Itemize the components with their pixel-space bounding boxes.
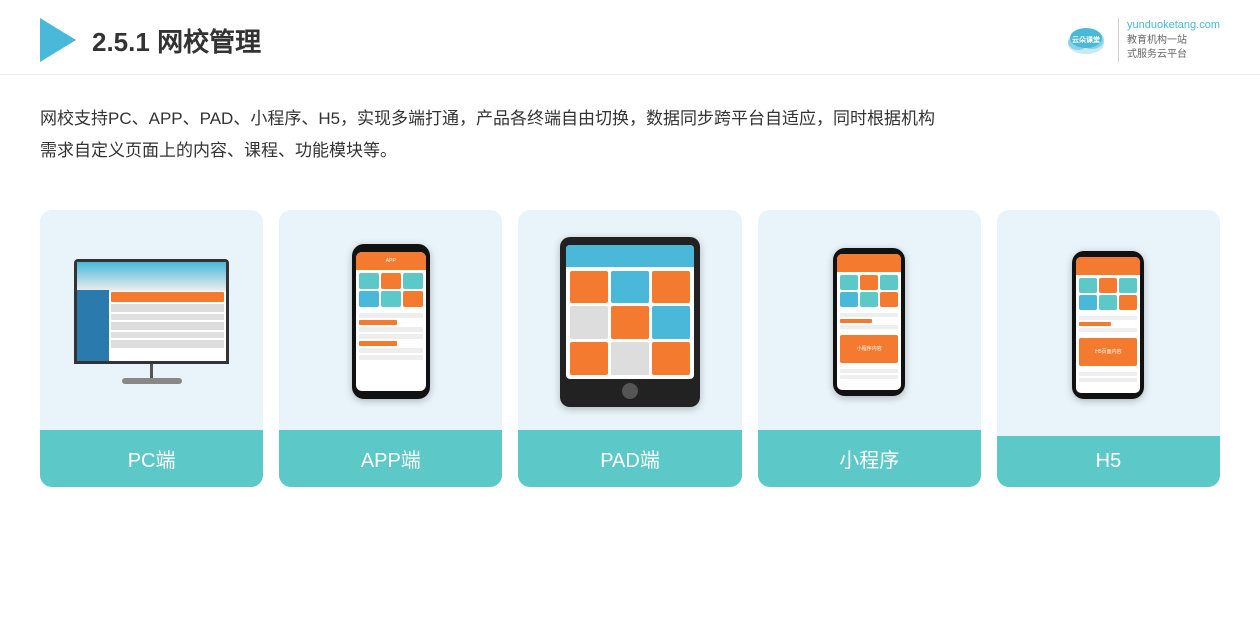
logo-triangle-icon [40, 18, 76, 62]
monitor-mockup [74, 259, 229, 384]
svg-text:云朵课堂: 云朵课堂 [1072, 35, 1100, 44]
card-pc-label: PC端 [40, 430, 263, 487]
description-block: 网校支持PC、APP、PAD、小程序、H5，实现多端打通，产品各终端自由切换，数… [0, 75, 1260, 168]
card-pad-image [518, 210, 741, 430]
page-title: 2.5.1 网校管理 [92, 22, 261, 59]
card-h5: H5页面内容 H5 [997, 210, 1220, 487]
card-miniprogram-image: 小程序内容 [758, 210, 981, 430]
phone-mockup-h5: H5页面内容 [1072, 251, 1144, 399]
card-pc: PC端 [40, 210, 263, 487]
monitor-screen [74, 259, 229, 364]
card-miniprogram-label: 小程序 [758, 430, 981, 487]
phone-mockup-app: APP [352, 244, 430, 399]
platform-cards: PC端 APP [0, 178, 1260, 507]
header-left: 2.5.1 网校管理 [40, 18, 261, 62]
brand-tagline: yunduoketang.com 教育机构一站 式服务云平台 [1118, 18, 1220, 61]
card-app-image: APP [279, 210, 502, 430]
card-pc-image [40, 210, 263, 430]
card-h5-label: H5 [997, 436, 1220, 487]
description-line2: 需求自定义页面上的内容、课程、功能模块等。 [40, 135, 1220, 167]
tablet-mockup [560, 237, 700, 407]
card-pad: PAD端 [518, 210, 741, 487]
brand-logo: 云朵课堂 yunduoketang.com 教育机构一站 式服务云平台 [1062, 18, 1220, 61]
card-pad-label: PAD端 [518, 430, 741, 487]
brand-cloud-icon: 云朵课堂 [1062, 22, 1110, 58]
card-app: APP [279, 210, 502, 487]
page-header: 2.5.1 网校管理 云朵课堂 yunduoketang.com 教育机构一站 … [0, 0, 1260, 75]
card-app-label: APP端 [279, 430, 502, 487]
card-miniprogram: 小程序内容 小程序 [758, 210, 981, 487]
description-line1: 网校支持PC、APP、PAD、小程序、H5，实现多端打通，产品各终端自由切换，数… [40, 103, 1220, 135]
card-h5-image: H5页面内容 [997, 210, 1220, 436]
phone-mockup-miniprogram: 小程序内容 [833, 248, 905, 396]
